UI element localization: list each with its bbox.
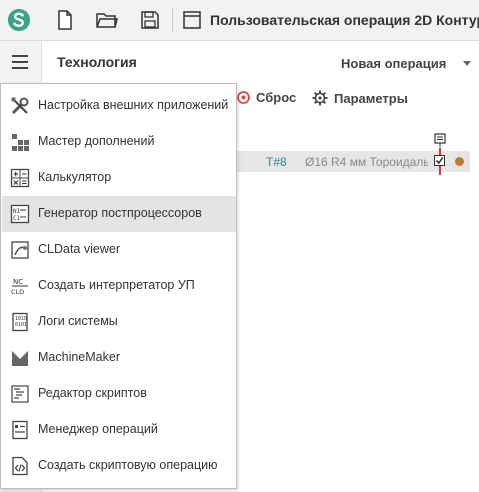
tools-dropdown-menu: Настройка внешних приложений Мастер допо… (0, 83, 237, 489)
check-icon (435, 157, 444, 165)
menu-item-system-logs[interactable]: 1010 0101 Логи системы (2, 304, 236, 340)
operation-select[interactable]: Новая операция (341, 56, 446, 71)
window-icon (180, 8, 204, 32)
reset-button[interactable]: Сброс (236, 90, 296, 105)
menu-item-create-nc-interpreter[interactable]: NC CLD Создать интерпретатор УП (2, 268, 236, 304)
machinemaker-icon (12, 351, 28, 366)
reset-label: Сброс (256, 90, 297, 105)
menu-item-label: Редактор скриптов (38, 386, 147, 400)
menu-item-create-script-operation[interactable]: Создать скриптовую операцию (2, 448, 236, 484)
menu-item-postprocessor-generator[interactable]: N1 C1 Генератор постпроцессоров (2, 196, 236, 232)
menu-item-script-editor[interactable]: Редактор скриптов (2, 376, 236, 412)
menu-item-label: Мастер дополнений (38, 134, 155, 148)
parameters-label: Параметры (334, 90, 408, 106)
menu-item-label: Калькулятор (38, 170, 112, 184)
hamburger-menu-icon[interactable] (10, 52, 32, 72)
menu-item-label: Создать скриптовую операцию (38, 458, 218, 472)
menu-item-label: CLData viewer (38, 242, 120, 256)
menu-item-label: MachineMaker (38, 350, 120, 364)
title-bar: Пользовательская операция 2D Контур (0, 0, 479, 41)
panel-title: Технология (57, 54, 137, 70)
toolbar-separator (172, 8, 173, 32)
save-icon[interactable] (138, 8, 162, 32)
app-logo-icon[interactable] (7, 8, 31, 32)
cldata-icon (11, 241, 29, 259)
reset-icon (237, 91, 250, 104)
menu-item-label: Создать интерпретатор УП (38, 278, 195, 292)
logs-icon: 10100101 (12, 312, 28, 332)
addons-icon (12, 134, 29, 151)
menu-item-label: Логи системы (38, 314, 118, 328)
tools-icon (11, 97, 29, 115)
open-folder-icon[interactable] (95, 8, 119, 32)
nc-cld-icon: NC CLD (11, 278, 28, 296)
menu-item-label: Настройка внешних приложений (38, 98, 229, 112)
gear-icon (312, 90, 328, 106)
svg-text:C1: C1 (13, 215, 21, 222)
tool-description: Ø16 R4 мм Тороидальная (305, 155, 428, 169)
svg-text:CLD: CLD (11, 288, 24, 296)
svg-text:N1: N1 (13, 208, 21, 215)
menu-item-external-apps[interactable]: Настройка внешних приложений (2, 88, 236, 124)
calculator-icon (10, 168, 30, 188)
svg-text:0101: 0101 (15, 322, 27, 328)
window-title: Пользовательская операция 2D Контур (210, 12, 479, 28)
new-file-icon[interactable] (53, 8, 77, 32)
chevron-down-icon[interactable] (463, 61, 471, 66)
parameters-button[interactable]: Параметры (312, 90, 408, 106)
menu-item-addons-wizard[interactable]: Мастер дополнений (2, 124, 236, 160)
postprocessor-icon: N1C1 (10, 204, 30, 224)
menu-item-label: Генератор постпроцессоров (38, 206, 202, 220)
script-operation-icon (12, 456, 28, 476)
menu-item-label: Менеджер операций (38, 422, 158, 436)
menu-item-machinemaker[interactable]: MachineMaker (2, 340, 236, 376)
tool-number: T#8 (266, 155, 287, 169)
tool-checkbox[interactable] (434, 155, 445, 166)
menu-item-calculator[interactable]: Калькулятор (2, 160, 236, 196)
menu-item-cldata-viewer[interactable]: CLData viewer (2, 232, 236, 268)
operations-manager-icon (12, 420, 28, 440)
svg-text:NC: NC (13, 278, 23, 286)
script-editor-icon (11, 385, 29, 403)
menu-item-operations-manager[interactable]: Менеджер операций (2, 412, 236, 448)
tool-status-dot (455, 157, 464, 166)
